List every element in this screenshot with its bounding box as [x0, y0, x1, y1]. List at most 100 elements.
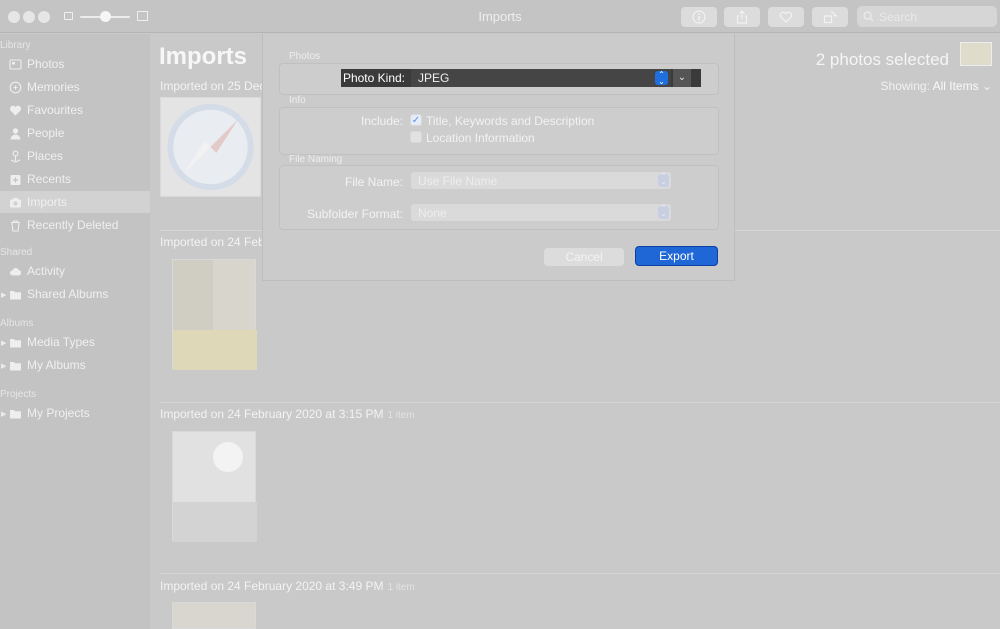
photo-thumbnail[interactable] — [172, 431, 257, 542]
sidebar-item-recents[interactable]: Recents — [0, 168, 150, 190]
group-title: Imported on 24 February 2020 at 3:15 PM — [160, 407, 384, 421]
subfolder-format-select[interactable]: None ⌃ ⌄ — [411, 204, 671, 221]
sidebar-item-photos[interactable]: Photos — [0, 53, 150, 75]
sidebar-item-favourites[interactable]: Favourites — [0, 99, 150, 121]
sidebar-item-people[interactable]: People — [0, 122, 150, 144]
page-title: Imports — [159, 43, 248, 70]
sidebar-item-label: Memories — [27, 80, 80, 94]
photo-kind-label: Photo Kind: — [342, 71, 405, 85]
location-checkbox[interactable] — [410, 131, 422, 143]
file-naming-section-label: File Naming — [289, 154, 343, 165]
export-button[interactable]: Export — [635, 246, 718, 266]
sidebar-item-activity[interactable]: Activity — [0, 260, 150, 282]
updown-chevron-icon: ⌃ ⌄ — [655, 71, 668, 86]
showing-label: Showing: — [880, 79, 930, 93]
updown-chevron-icon: ⌃ ⌄ — [658, 173, 669, 187]
group-item-count: 1 item — [387, 582, 415, 593]
sidebar-item-label: Recently Deleted — [27, 218, 119, 232]
favourite-button[interactable] — [768, 7, 804, 27]
title-keywords-label: Title, Keywords and Description — [426, 114, 595, 128]
folder-icon — [8, 287, 22, 301]
file-name-select[interactable]: Use File Name ⌃ ⌄ — [411, 172, 671, 189]
camera-icon — [8, 195, 22, 209]
sidebar-item-media-types[interactable]: Media Types — [0, 331, 150, 353]
pin-icon — [8, 149, 22, 163]
include-label: Include: — [360, 114, 403, 128]
sidebar-item-my-projects[interactable]: My Projects — [0, 402, 150, 424]
showing-filter[interactable]: Showing: All Items ⌄ — [881, 79, 992, 93]
sidebar-item-shared-albums[interactable]: Shared Albums — [0, 283, 150, 305]
sidebar-item-label: My Albums — [27, 358, 86, 372]
import-group-heading: Imported on 24 February 2020 at 3:49 PM 1… — [160, 579, 415, 593]
sidebar-item-label: Places — [27, 149, 64, 163]
section-divider — [160, 573, 1000, 574]
sidebar-item-label: Favourites — [27, 103, 84, 117]
info-section-label: Info — [289, 95, 306, 106]
showing-value[interactable]: All Items — [933, 79, 979, 93]
group-item-count: 1 item — [387, 410, 415, 421]
person-icon — [8, 126, 22, 140]
sidebar-item-memories[interactable]: Memories — [0, 76, 150, 98]
group-title: Imported on 25 Dec — [160, 79, 266, 93]
disclosure-triangle-icon[interactable]: ▶ — [1, 291, 6, 299]
photo-kind-value: JPEG — [418, 71, 450, 85]
photo-thumbnail[interactable] — [172, 259, 257, 370]
rotate-button[interactable] — [812, 7, 848, 27]
sidebar-item-places[interactable]: Places — [0, 145, 150, 167]
sidebar-section-projects: Projects — [0, 389, 37, 400]
sidebar-item-label: My Projects — [27, 406, 90, 420]
sidebar-item-label: Photos — [27, 57, 65, 71]
sidebar-item-label: People — [27, 126, 65, 140]
sidebar-item-label: Media Types — [27, 335, 95, 349]
subfolder-format-label: Subfolder Format: — [306, 207, 403, 221]
selection-thumbnail — [960, 42, 992, 66]
sidebar-item-label: Activity — [27, 264, 66, 278]
search-input[interactable]: Search — [857, 6, 997, 27]
search-placeholder: Search — [879, 9, 918, 24]
import-group-heading: Imported on 25 Dec — [160, 79, 265, 93]
cloud-icon — [8, 264, 22, 278]
location-label: Location Information — [426, 131, 535, 145]
info-button[interactable] — [681, 7, 717, 27]
import-group-heading: Imported on 24 Feb — [160, 235, 265, 249]
share-button[interactable] — [724, 7, 760, 27]
info-icon — [692, 10, 706, 24]
cancel-button[interactable]: Cancel — [544, 248, 624, 266]
sidebar-section-shared: Shared — [0, 247, 33, 258]
photo-thumbnail[interactable] — [172, 602, 256, 629]
file-name-label: File Name: — [344, 175, 403, 189]
disclosure-triangle-icon[interactable]: ▶ — [1, 410, 6, 418]
sidebar-section-library: Library — [0, 40, 31, 51]
toolbar: Imports Search — [0, 0, 1000, 33]
sidebar-section-albums: Albums — [0, 318, 34, 329]
photo-thumbnail[interactable] — [160, 97, 261, 197]
photo-kind-row: Photo Kind: JPEG ⌃ ⌄ ⌄ — [341, 69, 701, 87]
folder-icon — [8, 358, 22, 372]
rotate-icon — [823, 11, 837, 24]
recents-icon — [8, 172, 22, 186]
section-divider — [160, 402, 1000, 403]
sidebar-item-recently-deleted[interactable]: Recently Deleted — [0, 214, 150, 236]
heart-icon — [8, 103, 22, 117]
disclosure-triangle-icon[interactable]: ▶ — [1, 339, 6, 347]
sidebar-item-label: Shared Albums — [27, 287, 109, 301]
sidebar-item-imports[interactable]: Imports — [0, 191, 150, 213]
disclosure-triangle-icon[interactable]: ▶ — [1, 362, 6, 370]
sidebar: Library Photos Memories Favourites Peopl… — [0, 34, 150, 629]
sidebar-item-my-albums[interactable]: My Albums — [0, 354, 150, 376]
share-icon — [736, 10, 748, 24]
trash-icon — [8, 218, 22, 232]
photo-kind-select[interactable]: JPEG ⌃ ⌄ — [411, 69, 671, 87]
window-title: Imports — [478, 9, 522, 24]
export-dialog: Photos Photo Kind: JPEG ⌃ ⌄ ⌄ Info Includ… — [262, 34, 735, 281]
chevron-down-icon[interactable]: ⌄ — [673, 69, 691, 87]
selected-count: 2 photos selected — [815, 50, 949, 69]
photos-section-label: Photos — [289, 51, 321, 62]
group-title: Imported on 24 February 2020 at 3:49 PM — [160, 579, 384, 593]
title-keywords-checkbox[interactable]: ✓ — [410, 114, 422, 126]
memories-icon — [8, 80, 22, 94]
file-name-value: Use File Name — [418, 173, 498, 188]
folder-icon — [8, 406, 22, 420]
updown-chevron-icon: ⌃ ⌄ — [658, 205, 669, 219]
sidebar-item-label: Recents — [27, 172, 72, 186]
